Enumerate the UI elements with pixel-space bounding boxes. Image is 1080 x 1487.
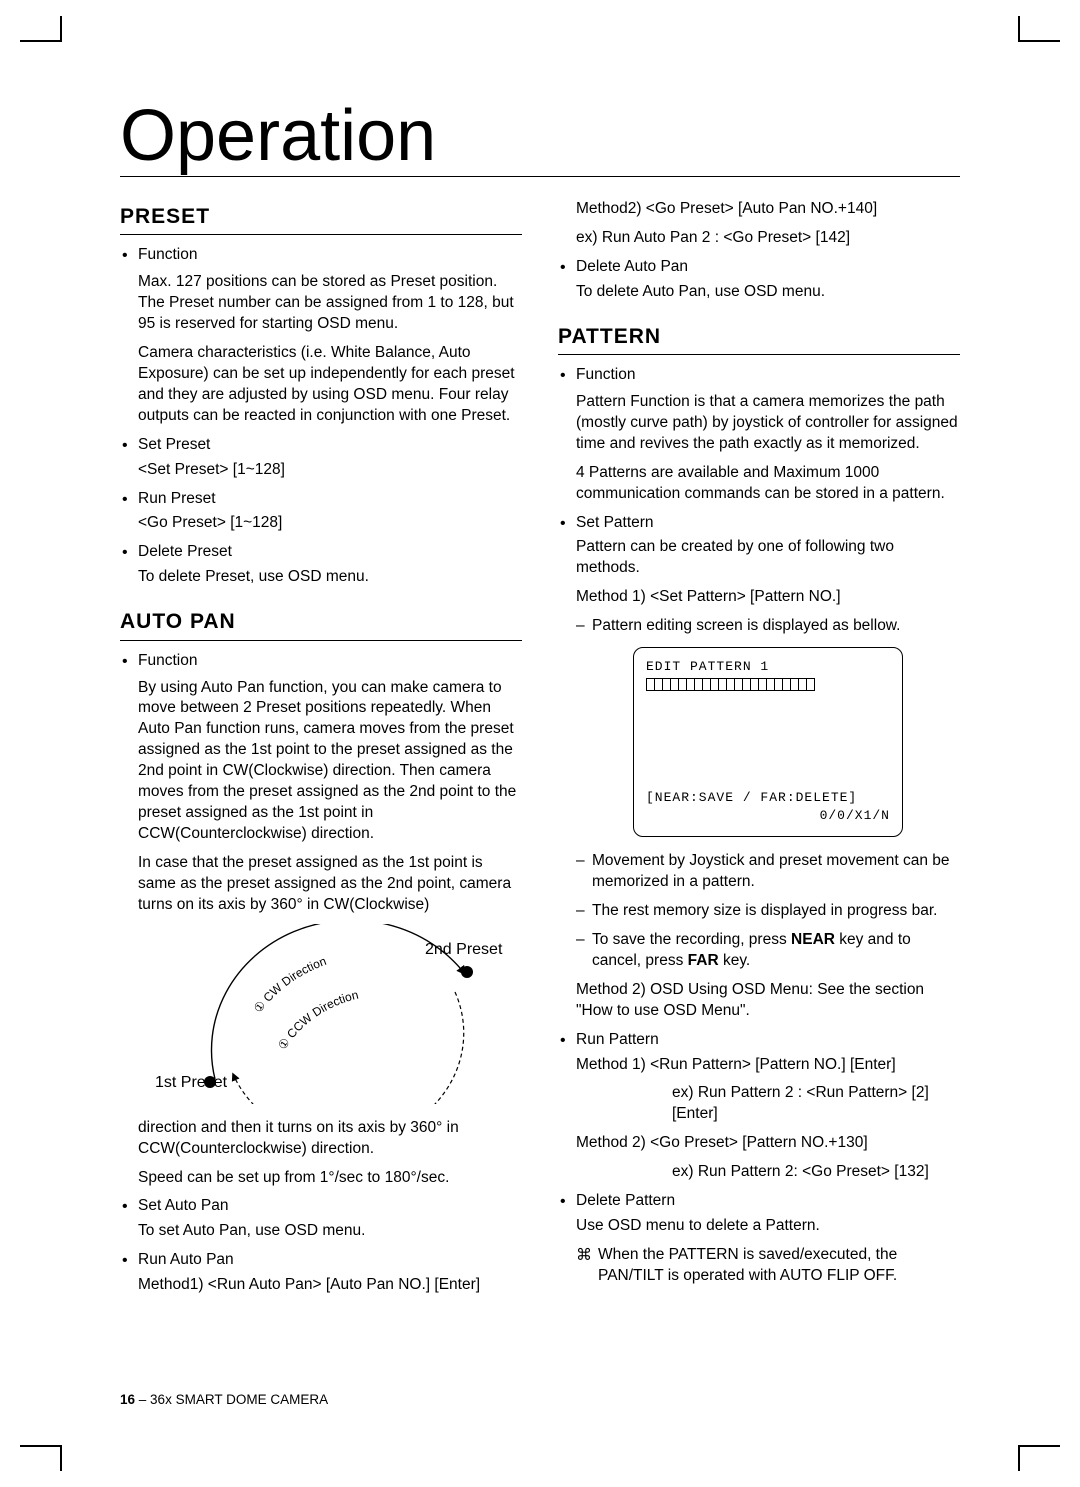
pattern-function-p2: 4 Patterns are available and Maximum 100… (576, 463, 960, 505)
page-footer: 16 – 36x SMART DOME CAMERA (120, 1392, 328, 1407)
preset-function-p2: Camera characteristics (i.e. White Balan… (138, 343, 522, 427)
crop-mark-br (1020, 1445, 1060, 1447)
pattern-set-p1: Pattern can be created by one of followi… (576, 537, 960, 579)
pattern-edit-screen: EDIT PATTERN 1 [NEAR:SAVE / FAR:DELETE] … (633, 647, 903, 837)
autopan-delete-item: Delete Auto Pan To delete Auto Pan, use … (558, 257, 960, 303)
preset-delete-label: Delete Preset (138, 543, 232, 560)
pattern-screen-footer1: [NEAR:SAVE / FAR:DELETE] (646, 789, 890, 807)
pattern-run-m1-ex: ex) Run Pattern 2 : <Run Pattern> [2] [E… (576, 1083, 960, 1125)
two-column-layout: PRESET Function Max. 127 positions can b… (120, 199, 960, 1304)
preset-run-cmd: <Go Preset> [1~128] (138, 513, 522, 534)
pattern-progress-bar (646, 678, 890, 697)
pattern-run-m2: Method 2) <Go Preset> [Pattern NO.+130] (576, 1133, 960, 1154)
diagram-1st-label: 1st Preset (155, 1074, 228, 1091)
pattern-run-label: Run Pattern (576, 1031, 659, 1048)
autopan-set-text: To set Auto Pan, use OSD menu. (138, 1221, 522, 1242)
svg-text:① CCW Direction: ① CCW Direction (275, 987, 360, 1052)
autopan-function-label: Function (138, 652, 197, 669)
autopan-direction-diagram: ① CW Direction ① CCW Direction 1st Prese… (155, 924, 505, 1104)
pattern-function-p1: Pattern Function is that a camera memori… (576, 392, 960, 455)
preset-set-cmd: <Set Preset> [1~128] (138, 460, 522, 481)
preset-set-item: Set Preset <Set Preset> [1~128] (120, 435, 522, 481)
pattern-set-item: Set Pattern Pattern can be created by on… (558, 513, 960, 1022)
pattern-function-item: Function Pattern Function is that a came… (558, 365, 960, 505)
autopan-function-p3: direction and then it turns on its axis … (138, 1118, 522, 1160)
product-name: 36x SMART DOME CAMERA (150, 1392, 328, 1407)
pattern-note: When the PATTERN is saved/executed, the … (576, 1245, 960, 1287)
pattern-set-label: Set Pattern (576, 514, 654, 531)
autopan-run-item: Run Auto Pan Method1) <Run Auto Pan> [Au… (120, 1250, 522, 1296)
autopan-run-m1: Method1) <Run Auto Pan> [Auto Pan NO.] [… (138, 1275, 522, 1296)
crop-mark-tr (1020, 40, 1060, 58)
autopan-function-p1: By using Auto Pan function, you can make… (138, 678, 522, 845)
pattern-delete-label: Delete Pattern (576, 1192, 675, 1209)
autopan-run-m2: Method2) <Go Preset> [Auto Pan NO.+140] (576, 199, 960, 220)
pattern-screen-title: EDIT PATTERN 1 (646, 658, 890, 676)
pattern-run-item: Run Pattern Method 1) <Run Pattern> [Pat… (558, 1030, 960, 1184)
autopan-run-label: Run Auto Pan (138, 1251, 234, 1268)
page-content: Operation PRESET Function Max. 127 posit… (120, 100, 960, 1407)
pattern-delete-item: Delete Pattern Use OSD menu to delete a … (558, 1191, 960, 1287)
chapter-title-rule: Operation (120, 100, 960, 177)
page-number: 16 (120, 1392, 135, 1407)
pattern-set-m1-sub3: The rest memory size is displayed in pro… (576, 901, 960, 922)
pattern-delete-text: Use OSD menu to delete a Pattern. (576, 1216, 960, 1237)
pattern-set-m1: Method 1) <Set Pattern> [Pattern NO.] (576, 587, 960, 608)
preset-function-item: Function Max. 127 positions can be store… (120, 245, 522, 426)
pattern-function-label: Function (576, 366, 635, 383)
autopan-heading: AUTO PAN (120, 608, 522, 640)
pattern-set-m1-sub2: Movement by Joystick and preset movement… (576, 851, 960, 893)
autopan-set-item: Set Auto Pan To set Auto Pan, use OSD me… (120, 1196, 522, 1242)
pattern-run-m1: Method 1) <Run Pattern> [Pattern NO.] [E… (576, 1055, 960, 1076)
autopan-delete-text: To delete Auto Pan, use OSD menu. (576, 282, 960, 303)
pattern-heading: PATTERN (558, 323, 960, 355)
autopan-set-label: Set Auto Pan (138, 1197, 229, 1214)
pattern-set-m1-sub4: To save the recording, press NEAR key an… (576, 930, 960, 972)
preset-delete-item: Delete Preset To delete Preset, use OSD … (120, 542, 522, 588)
autopan-function-p2: In case that the preset assigned as the … (138, 853, 522, 916)
preset-run-label: Run Preset (138, 490, 216, 507)
diagram-ccw-label: ① CCW Direction (275, 987, 360, 1052)
pattern-set-m2: Method 2) OSD Using OSD Menu: See the se… (576, 980, 960, 1022)
autopan-run-m2-ex: ex) Run Auto Pan 2 : <Go Preset> [142] (576, 228, 960, 249)
pattern-set-m1-sub1: Pattern editing screen is displayed as b… (576, 616, 960, 637)
chapter-title: Operation (120, 100, 960, 176)
left-column: PRESET Function Max. 127 positions can b… (120, 199, 522, 1304)
preset-function-label: Function (138, 246, 197, 263)
diagram-2nd-label: 2nd Preset (425, 941, 503, 958)
preset-set-label: Set Preset (138, 436, 210, 453)
preset-run-item: Run Preset <Go Preset> [1~128] (120, 489, 522, 535)
crop-mark-tl (20, 40, 60, 58)
pattern-screen-footer2: 0/0/X1/N (646, 807, 890, 825)
right-column: Method2) <Go Preset> [Auto Pan NO.+140] … (558, 199, 960, 1304)
preset-heading: PRESET (120, 203, 522, 235)
autopan-function-p4: Speed can be set up from 1°/sec to 180°/… (138, 1168, 522, 1189)
autopan-function-item: Function By using Auto Pan function, you… (120, 651, 522, 1189)
pattern-run-m2-ex: ex) Run Pattern 2: <Go Preset> [132] (576, 1162, 960, 1183)
preset-delete-text: To delete Preset, use OSD menu. (138, 567, 522, 588)
autopan-delete-label: Delete Auto Pan (576, 258, 688, 275)
crop-mark-bl (20, 1445, 60, 1447)
preset-function-p1: Max. 127 positions can be stored as Pres… (138, 272, 522, 335)
